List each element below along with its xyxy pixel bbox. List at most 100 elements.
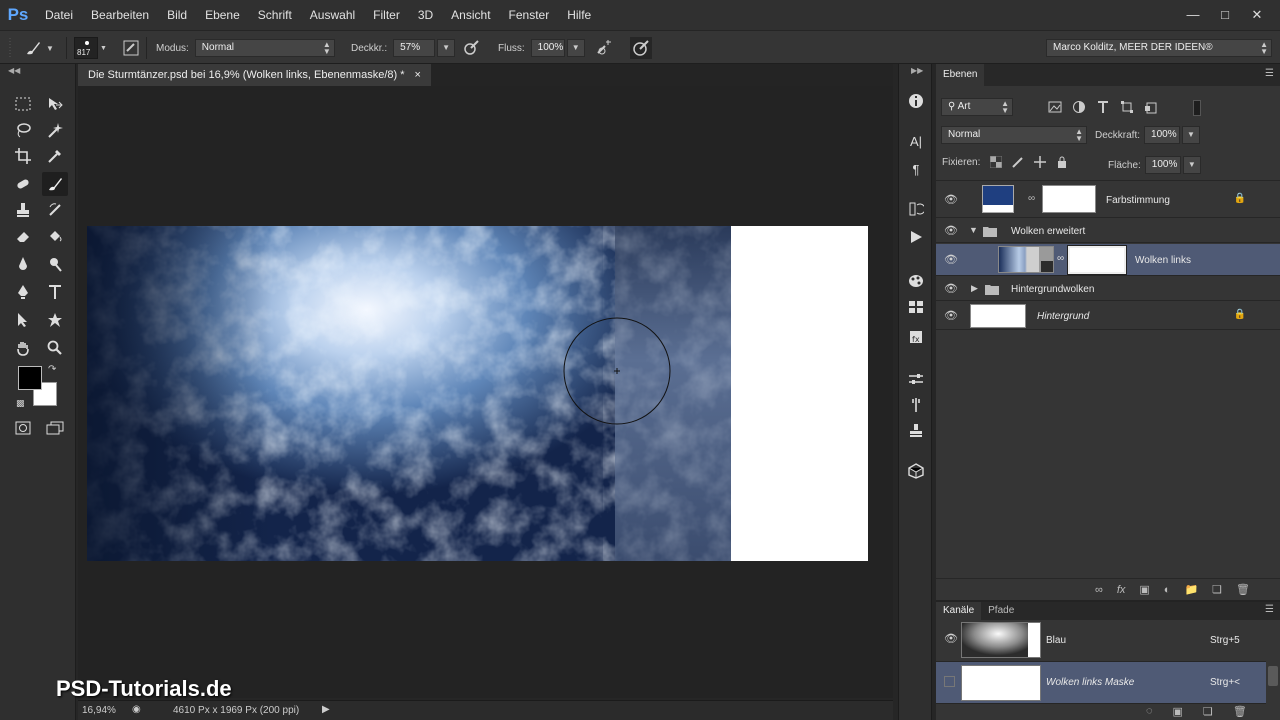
zoom-tool-icon[interactable] <box>42 336 68 360</box>
adjustments-icon[interactable] <box>904 368 928 390</box>
channel-row-selected[interactable]: Wolken links Maske Strg+< <box>936 662 1266 704</box>
eye-icon[interactable]: 👁 <box>944 224 958 238</box>
menu-fenster[interactable]: Fenster <box>500 0 559 30</box>
lock-pixels-icon[interactable] <box>1012 156 1024 168</box>
swatches-icon[interactable] <box>904 296 928 318</box>
crop-tool-icon[interactable] <box>10 144 36 168</box>
tab-channels[interactable]: Kanäle <box>936 602 982 620</box>
workspace-select[interactable]: Marco Kolditz, MEER DER IDEEN® ▲ ▼ <box>1046 39 1272 57</box>
layer-mask-thumbnail[interactable] <box>1042 185 1096 213</box>
fill-input[interactable]: 100% <box>1144 156 1181 174</box>
history-icon[interactable] <box>904 198 928 220</box>
channel-row[interactable]: 👁 Blau Strg+5 <box>936 620 1266 662</box>
menu-filter[interactable]: Filter <box>364 0 409 30</box>
new-channel-icon[interactable]: ❏ <box>1203 705 1213 718</box>
swap-colors-icon[interactable]: ↷ <box>48 364 56 375</box>
healing-brush-tool-icon[interactable] <box>10 172 36 196</box>
dodge-tool-icon[interactable] <box>42 252 68 276</box>
actions-icon[interactable] <box>904 226 928 248</box>
smart-object-filter-icon[interactable] <box>1144 100 1158 114</box>
adjustment-layer-icon[interactable]: ◐ <box>1164 584 1171 596</box>
pixel-filter-icon[interactable] <box>1048 101 1062 113</box>
menu-ebene[interactable]: Ebene <box>196 0 249 30</box>
eye-icon[interactable]: 👁 <box>944 282 958 296</box>
menu-auswahl[interactable]: Auswahl <box>301 0 364 30</box>
3d-icon[interactable] <box>904 460 928 482</box>
eye-icon[interactable]: 👁 <box>944 193 958 207</box>
blend-mode-select[interactable]: Normal ▲ ▼ <box>941 126 1087 144</box>
type-tool-icon[interactable] <box>42 280 68 304</box>
close-icon[interactable]: ✕ <box>1248 8 1266 22</box>
info-icon[interactable] <box>904 90 928 112</box>
default-colors-icon[interactable]: ▩ <box>16 398 25 409</box>
eye-icon[interactable]: 👁 <box>944 632 958 646</box>
eyedropper-tool-icon[interactable] <box>42 144 68 168</box>
close-tab-icon[interactable]: × <box>415 64 421 86</box>
panel-menu-icon[interactable]: ☰ <box>1265 68 1274 79</box>
fx-icon[interactable]: fx <box>1117 584 1126 596</box>
path-selection-tool-icon[interactable] <box>10 308 36 332</box>
history-brush-tool-icon[interactable] <box>42 198 68 222</box>
pressure-opacity-toggle[interactable] <box>460 37 482 59</box>
link-layers-icon[interactable]: ∞ <box>1095 584 1103 596</box>
layer-opacity-input[interactable]: 100% <box>1144 126 1181 144</box>
paint-bucket-tool-icon[interactable] <box>42 224 68 248</box>
delete-channel-icon[interactable]: 🗑 <box>1233 705 1247 718</box>
brush-size-picker[interactable]: 817 ▼ <box>74 37 107 59</box>
expand-icon[interactable]: ▶ <box>971 283 978 294</box>
flow-input[interactable]: 100% <box>530 39 565 57</box>
load-selection-icon[interactable]: ◌ <box>1146 705 1153 718</box>
menu-bearbeiten[interactable]: Bearbeiten <box>82 0 158 30</box>
add-mask-icon[interactable]: ▣ <box>1139 583 1149 596</box>
pen-tool-icon[interactable] <box>10 280 36 304</box>
visibility-box[interactable] <box>944 676 955 687</box>
move-tool-icon[interactable] <box>42 92 68 116</box>
marquee-tool-icon[interactable] <box>10 92 36 116</box>
clone-stamp-tool-icon[interactable] <box>10 198 36 222</box>
link-icon[interactable]: ∞ <box>1057 253 1064 264</box>
eye-icon[interactable]: 👁 <box>944 309 958 323</box>
brush-tool-icon[interactable] <box>42 172 68 196</box>
layer-group-row[interactable]: 👁 ▶ Hintergrundwolken <box>936 277 1280 301</box>
mode-select[interactable]: Normal ▲ ▼ <box>194 39 335 57</box>
chevron-down-icon[interactable]: ▼ <box>1182 156 1201 174</box>
chevron-down-icon[interactable]: ▼ <box>566 39 585 57</box>
shape-filter-icon[interactable] <box>1120 100 1134 114</box>
scrollbar-thumb[interactable] <box>1268 666 1278 686</box>
expand-icon[interactable]: ▼ <box>969 225 978 235</box>
eye-icon[interactable]: 👁 <box>944 253 958 267</box>
paragraph-icon[interactable]: ¶ <box>904 158 928 180</box>
new-group-icon[interactable]: 📁 <box>1184 583 1198 596</box>
menu-datei[interactable]: Datei <box>36 0 82 30</box>
magic-wand-tool-icon[interactable] <box>42 118 68 142</box>
lock-transparency-icon[interactable] <box>990 156 1003 168</box>
panel-menu-icon[interactable]: ☰ <box>1265 604 1274 615</box>
zoom-level[interactable]: 16,94% <box>82 705 116 716</box>
airbrush-toggle[interactable] <box>594 37 616 59</box>
status-menu-icon[interactable]: ▶ <box>322 704 330 715</box>
character-icon[interactable]: A| <box>904 130 928 152</box>
quick-mask-icon[interactable] <box>10 416 36 440</box>
filter-toggle-switch[interactable] <box>1193 100 1201 116</box>
chevron-down-icon[interactable]: ▼ <box>1182 126 1201 144</box>
delete-layer-icon[interactable]: 🗑 <box>1236 583 1250 596</box>
minimize-icon[interactable]: — <box>1184 8 1202 22</box>
chevron-down-icon[interactable]: ▼ <box>437 39 456 57</box>
screen-mode-icon[interactable] <box>42 416 68 440</box>
filter-kind-select[interactable]: ⚲ Art ▲ ▼ <box>941 98 1013 116</box>
lock-position-icon[interactable] <box>1034 156 1047 168</box>
restore-icon[interactable]: □ <box>1216 8 1234 22</box>
collapse-icon[interactable]: ▶▶ <box>911 66 923 75</box>
custom-shape-tool-icon[interactable] <box>42 308 68 332</box>
document-tab[interactable]: Die Sturmtänzer.psd bei 16,9% (Wolken li… <box>78 64 431 86</box>
tab-layers[interactable]: Ebenen <box>936 64 985 86</box>
opacity-input[interactable]: 57% <box>393 39 436 57</box>
foreground-color-swatch[interactable] <box>18 366 42 390</box>
adjustment-filter-icon[interactable] <box>1072 100 1086 114</box>
menu-schrift[interactable]: Schrift <box>249 0 301 30</box>
layer-mask-thumbnail[interactable] <box>1067 245 1127 275</box>
link-icon[interactable]: ∞ <box>1028 193 1035 204</box>
layer-row[interactable]: 👁 Hintergrund 🔒 <box>936 302 1280 330</box>
brush-panel-toggle[interactable] <box>120 37 142 59</box>
tab-paths[interactable]: Pfade <box>981 602 1021 620</box>
